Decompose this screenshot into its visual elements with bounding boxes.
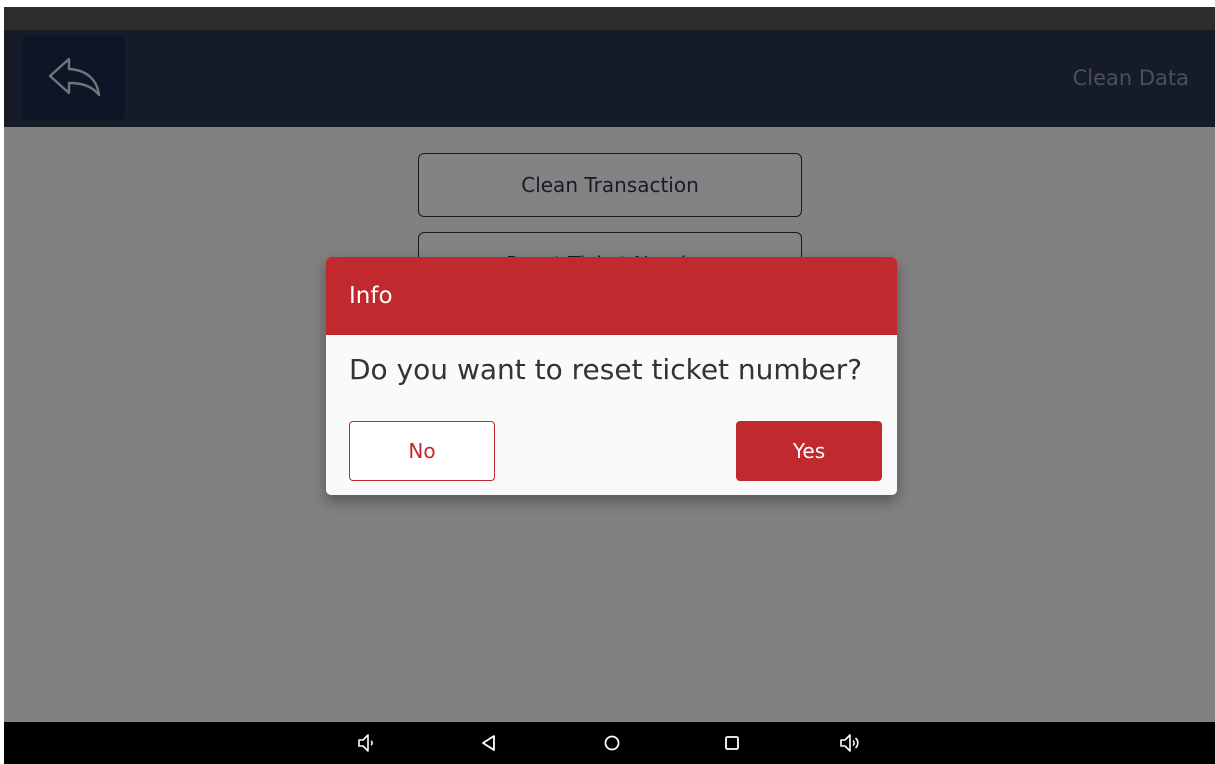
- info-dialog: Info Do you want to reset ticket number?…: [326, 257, 897, 495]
- device-screen: Clean Data Clean Transaction Reset Ticke…: [4, 7, 1215, 764]
- dialog-title: Info: [326, 257, 897, 335]
- yes-button[interactable]: Yes: [736, 421, 882, 481]
- volume-down-icon[interactable]: [356, 732, 378, 754]
- navigation-bar: [4, 722, 1215, 764]
- no-button[interactable]: No: [349, 421, 495, 481]
- recents-square-icon[interactable]: [721, 732, 743, 754]
- home-circle-icon[interactable]: [601, 732, 623, 754]
- volume-up-icon[interactable]: [839, 732, 861, 754]
- back-triangle-icon[interactable]: [478, 732, 500, 754]
- dialog-message: Do you want to reset ticket number?: [349, 353, 863, 386]
